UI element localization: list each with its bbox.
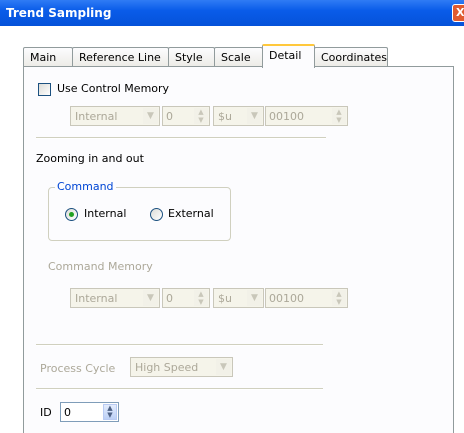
- chevron-down-icon: ▼: [143, 290, 158, 306]
- command-memory-type-value: $u: [218, 292, 232, 305]
- tab-reference-line[interactable]: Reference Line: [72, 47, 169, 67]
- process-cycle-value: High Speed: [135, 361, 199, 374]
- command-memory-station-spinner[interactable]: 0 ▲ ▼: [162, 288, 210, 308]
- command-group-label: Command: [55, 180, 116, 193]
- tab-main[interactable]: Main: [23, 47, 73, 67]
- spinner-arrows-icon: ▲ ▼: [194, 108, 208, 124]
- chevron-down-icon: ▼: [216, 359, 231, 375]
- title-bar: Trend Sampling X: [0, 0, 464, 26]
- command-memory-type-select[interactable]: $u ▼: [213, 288, 264, 308]
- tab-coordinates[interactable]: Coordinates: [314, 47, 388, 67]
- control-memory-address-spinner[interactable]: 00100 ▲ ▼: [265, 106, 348, 126]
- window-title: Trend Sampling: [6, 6, 112, 20]
- spinner-arrows-icon: ▲ ▼: [332, 108, 346, 124]
- separator: [36, 137, 326, 139]
- chevron-down-icon: ▼: [247, 108, 262, 124]
- chevron-down-icon: ▼: [143, 108, 158, 124]
- separator: [36, 344, 323, 346]
- command-memory-label: Command Memory: [48, 260, 153, 273]
- command-memory-address-spinner[interactable]: 00100 ▲ ▼: [265, 288, 348, 308]
- control-memory-address-value: 00100: [269, 110, 304, 123]
- tab-scale[interactable]: Scale: [214, 47, 263, 67]
- control-memory-station-spinner[interactable]: 0 ▲ ▼: [162, 106, 210, 126]
- command-memory-device-select[interactable]: Internal ▼: [70, 288, 160, 308]
- process-cycle-select[interactable]: High Speed ▼: [130, 357, 233, 377]
- spinner-arrows-icon: ▲ ▼: [332, 290, 346, 306]
- use-control-memory-checkbox[interactable]: [38, 83, 51, 96]
- control-memory-station-value: 0: [166, 110, 173, 123]
- control-memory-type-select[interactable]: $u ▼: [213, 106, 264, 126]
- process-cycle-label: Process Cycle: [40, 362, 116, 375]
- id-value: 0: [64, 406, 71, 419]
- id-spinner[interactable]: 0 ▲ ▼: [60, 402, 119, 422]
- control-memory-type-value: $u: [218, 110, 232, 123]
- selected-dot-icon: [69, 212, 74, 217]
- separator: [36, 388, 323, 390]
- command-external-radio[interactable]: [150, 208, 163, 221]
- zooming-heading: Zooming in and out: [36, 152, 144, 165]
- command-memory-device-value: Internal: [75, 292, 118, 305]
- control-memory-device-select[interactable]: Internal ▼: [70, 106, 160, 126]
- command-internal-label: Internal: [84, 207, 127, 220]
- command-external-label: External: [168, 207, 214, 220]
- spinner-arrows-icon[interactable]: ▲ ▼: [103, 404, 117, 420]
- spinner-arrows-icon: ▲ ▼: [194, 290, 208, 306]
- id-label: ID: [40, 406, 52, 419]
- command-memory-station-value: 0: [166, 292, 173, 305]
- use-control-memory-label: Use Control Memory: [57, 82, 170, 95]
- command-memory-address-value: 00100: [269, 292, 304, 305]
- chevron-down-icon: ▼: [247, 290, 262, 306]
- command-internal-radio[interactable]: [65, 208, 78, 221]
- control-memory-device-value: Internal: [75, 110, 118, 123]
- tab-style[interactable]: Style: [168, 47, 215, 67]
- close-icon[interactable]: X: [452, 4, 464, 22]
- tab-detail[interactable]: Detail: [262, 44, 315, 68]
